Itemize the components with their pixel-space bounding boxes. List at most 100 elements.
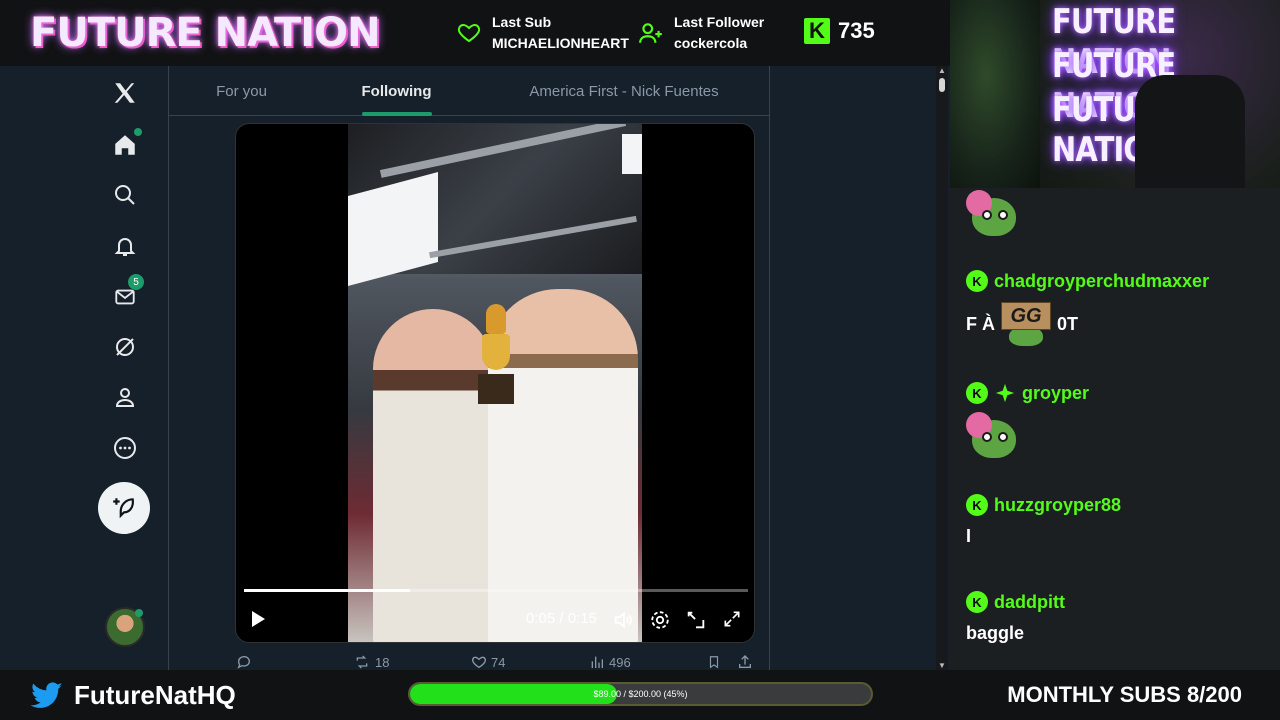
x-main-column: For you Following America First - Nick F… xyxy=(168,66,770,670)
home-icon[interactable] xyxy=(110,128,142,160)
chat-message: K huzzgroyper88 I xyxy=(966,494,1121,547)
tab-following[interactable]: Following xyxy=(314,66,479,116)
stream-layout: FUTURE NATION Last Sub MICHAELIONHEART L… xyxy=(0,0,1280,720)
twitter-handle: FutureNatHQ xyxy=(30,680,236,711)
video-player[interactable]: 0:05 / 0:15 xyxy=(235,123,755,643)
bell-icon[interactable] xyxy=(110,231,140,261)
views-chart-icon xyxy=(591,656,603,668)
profile-icon[interactable] xyxy=(110,382,140,412)
brand-logo: FUTURE NATION xyxy=(30,10,381,56)
page-scrollbar[interactable]: ▲ ▼ xyxy=(936,66,948,670)
last-sub-widget: Last Sub MICHAELIONHEART xyxy=(456,12,629,54)
gg-emote-label: GG xyxy=(1001,302,1051,330)
kick-badge-icon: K xyxy=(966,591,988,613)
messages-icon[interactable]: 5 xyxy=(110,274,144,312)
view-count: 496 xyxy=(609,654,631,670)
chat-username-text: groyper xyxy=(1022,382,1090,403)
last-follower-label: Last Follower xyxy=(674,14,765,30)
twitter-handle-text: FutureNatHQ xyxy=(74,680,236,710)
x-sidebar-nav: 5 xyxy=(90,66,160,670)
reply-button[interactable] xyxy=(235,654,257,670)
sparkle-badge-icon xyxy=(995,383,1015,403)
views-button[interactable]: 496 xyxy=(589,654,631,670)
video-frame xyxy=(348,124,642,642)
video-scene-light xyxy=(622,134,642,174)
share-icon xyxy=(739,655,751,668)
pip-icon[interactable] xyxy=(685,609,707,631)
monthly-subs: MONTHLY SUBS 8/200 xyxy=(1007,682,1242,707)
stream-top-bar: FUTURE NATION Last Sub MICHAELIONHEART L… xyxy=(0,0,950,66)
repost-button[interactable]: 18 xyxy=(353,654,389,670)
video-progress-fill xyxy=(244,589,411,592)
volume-icon[interactable] xyxy=(612,609,634,631)
x-timeline-window: 5 For you Following America First - Nick… xyxy=(0,66,950,670)
settings-gear-icon[interactable] xyxy=(649,609,671,631)
chat-text: I xyxy=(966,526,972,546)
chat-text: baggle xyxy=(966,623,1025,643)
search-icon[interactable] xyxy=(110,180,140,210)
feather-plus-icon xyxy=(113,498,134,519)
tab-label: Following xyxy=(361,82,432,100)
scroll-up-arrow-icon[interactable]: ▲ xyxy=(938,66,946,75)
kick-badge-icon: K xyxy=(966,382,988,404)
webcam-plant xyxy=(950,0,1040,188)
video-scene-trophy xyxy=(478,304,514,414)
chat-username[interactable]: K huzzgroyper88 xyxy=(966,494,1121,516)
chat-message: K chadgroyperchudmaxxer F À GG 0T xyxy=(966,270,1209,346)
chat-username-text: chadgroyperchudmaxxer xyxy=(994,270,1210,291)
tab-list-america-first[interactable]: America First - Nick Fuentes xyxy=(479,66,769,116)
kick-viewer-count: K 735 xyxy=(804,18,875,44)
video-time: 0:05 / 0:15 xyxy=(526,610,597,627)
repost-count: 18 xyxy=(375,654,390,670)
kick-chat: K chadgroyperchudmaxxer F À GG 0T K groy… xyxy=(950,188,1280,670)
active-tab-indicator xyxy=(361,112,432,116)
stream-bottom-bar: FutureNatHQ $89.00 / $200.00 (45%) MONTH… xyxy=(0,670,1280,720)
like-heart-icon xyxy=(471,656,487,669)
bookmark-button[interactable] xyxy=(707,654,721,670)
more-icon[interactable] xyxy=(110,433,140,463)
messages-badge: 5 xyxy=(128,274,144,290)
sub-goal-text: $89.00 / $200.00 (45%) xyxy=(593,689,688,699)
webcam-chair xyxy=(1135,75,1245,188)
x-logo-icon[interactable] xyxy=(110,78,140,108)
twitter-bird-icon xyxy=(30,681,63,708)
timeline-tabs: For you Following America First - Nick F… xyxy=(169,66,769,116)
chat-username[interactable]: K chadgroyperchudmaxxer xyxy=(966,270,1209,292)
scrollbar-thumb[interactable] xyxy=(939,78,945,92)
pepe-emote-icon xyxy=(966,412,1018,460)
gg-emote-icon: GG xyxy=(1001,302,1051,346)
chat-username-text: huzzgroyper88 xyxy=(994,494,1122,515)
chat-text-part: 0T xyxy=(1057,313,1079,334)
grok-icon[interactable] xyxy=(110,332,140,362)
chat-username-text: daddpitt xyxy=(994,591,1065,612)
account-avatar[interactable] xyxy=(105,607,145,647)
last-sub-value: MICHAELIONHEART xyxy=(492,35,629,51)
last-follower-value: cockercola xyxy=(674,35,748,51)
video-scene-person xyxy=(373,309,493,642)
scroll-down-arrow-icon[interactable]: ▼ xyxy=(938,661,946,670)
chat-username[interactable]: K groyper xyxy=(966,382,1089,404)
play-icon[interactable] xyxy=(248,608,268,630)
chat-text: F À GG 0T xyxy=(966,302,1209,346)
bookmark-icon xyxy=(709,656,719,669)
chat-text-part: F À xyxy=(966,313,995,334)
video-controls: 0:05 / 0:15 xyxy=(236,598,754,642)
like-count: 74 xyxy=(491,654,506,670)
heart-icon xyxy=(457,23,481,43)
tab-for-you[interactable]: For you xyxy=(169,66,314,116)
share-button[interactable] xyxy=(737,654,753,670)
post-actions: 18 74 496 xyxy=(235,654,755,670)
chat-message: K daddpitt baggle xyxy=(966,591,1065,644)
reply-icon xyxy=(237,656,250,669)
chat-username[interactable]: K daddpitt xyxy=(966,591,1065,613)
kick-badge-icon: K xyxy=(966,270,988,292)
like-button[interactable]: 74 xyxy=(471,654,505,670)
viewer-count: 735 xyxy=(838,18,875,43)
fullscreen-icon[interactable] xyxy=(722,609,742,629)
tab-label: For you xyxy=(216,82,267,100)
compose-post-button[interactable] xyxy=(98,482,150,534)
pepe-emote-icon xyxy=(966,190,1018,238)
video-progress-bar[interactable] xyxy=(244,589,748,592)
chat-message: K groyper xyxy=(966,382,1089,460)
sub-goal-bar: $89.00 / $200.00 (45%) xyxy=(408,682,873,706)
